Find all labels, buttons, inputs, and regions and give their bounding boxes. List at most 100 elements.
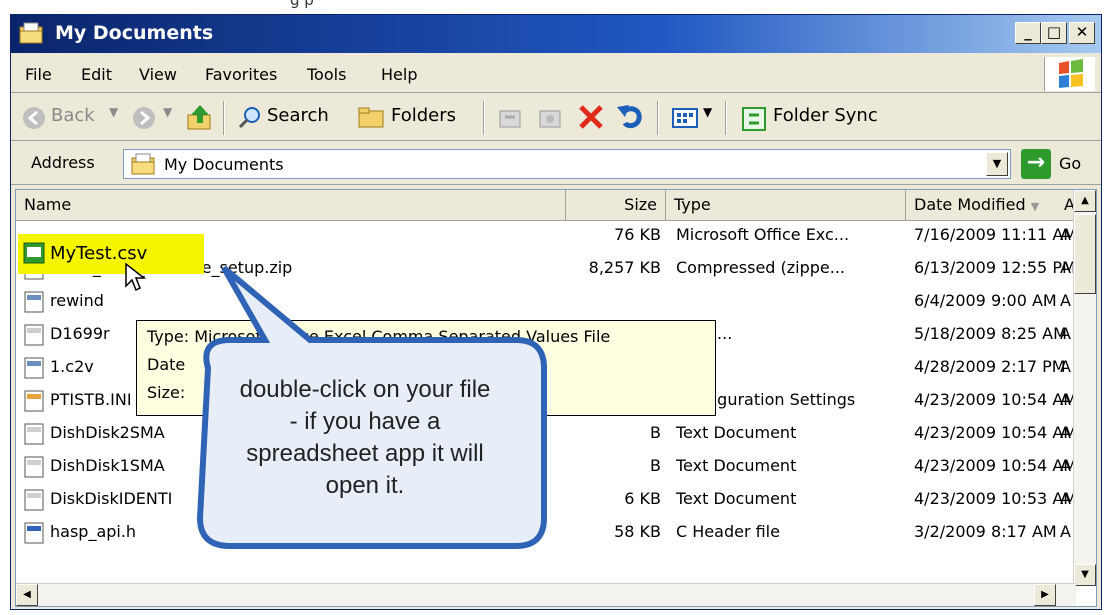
file-icon <box>24 390 44 412</box>
file-date: 5/18/2009 8:25 AM <box>914 324 1067 343</box>
file-attributes: A <box>1060 423 1071 442</box>
file-date: 4/23/2009 10:54 AM <box>914 390 1078 409</box>
column-size[interactable]: Size <box>566 190 666 220</box>
delete-icon[interactable] <box>577 103 605 133</box>
cropped-text: g p <box>290 0 314 9</box>
file-size: B <box>650 423 661 442</box>
views-dropdown-icon[interactable]: ▼ <box>703 105 712 119</box>
close-button[interactable]: ✕ <box>1069 22 1095 44</box>
file-attributes: A <box>1060 324 1071 343</box>
file-date: 6/4/2009 9:00 AM <box>914 291 1057 310</box>
file-attributes: A <box>1060 291 1071 310</box>
menu-favorites[interactable]: Favorites <box>205 65 277 84</box>
file-name: DishDisk1SMA <box>50 456 165 475</box>
go-button[interactable]: Go <box>1059 154 1081 173</box>
go-arrow-icon[interactable]: → <box>1021 149 1051 179</box>
scroll-right-icon[interactable]: ▶ <box>1034 584 1056 606</box>
window-title: My Documents <box>55 22 214 44</box>
file-name: rewind <box>50 291 104 310</box>
back-dropdown-icon[interactable]: ▼ <box>109 105 118 119</box>
search-button[interactable]: Search <box>267 105 329 126</box>
callout-text: double-click on your file - if you have … <box>190 374 540 502</box>
horizontal-scrollbar[interactable]: ◀ ▶ <box>16 583 1076 606</box>
toolbar: Back ▼ ▼ Search Folders ▼ Folder Sync <box>11 95 1101 141</box>
menu-help[interactable]: Help <box>381 65 417 84</box>
file-date: 7/16/2009 11:11 AM <box>914 225 1078 244</box>
windows-logo-icon <box>1044 57 1095 91</box>
toolbar-separator <box>483 101 485 135</box>
file-type: Text Document <box>676 456 797 475</box>
file-icon <box>24 423 44 445</box>
file-date: 4/23/2009 10:53 AM <box>914 489 1078 508</box>
list-header: Name Size Type Date Modified ▼ A <box>16 190 1096 221</box>
views-icon[interactable] <box>671 105 701 131</box>
menu-tools[interactable]: Tools <box>307 65 346 84</box>
folders-button[interactable]: Folders <box>391 105 456 126</box>
file-size: 58 KB <box>614 522 661 541</box>
back-button[interactable]: Back <box>51 105 95 126</box>
file-date: 3/2/2009 8:17 AM <box>914 522 1057 541</box>
scroll-thumb[interactable] <box>1074 214 1096 294</box>
folder-sync-icon[interactable] <box>741 105 769 133</box>
file-type: Compressed (zippe... <box>676 258 846 277</box>
file-size: 76 KB <box>614 225 661 244</box>
file-attributes: A <box>1060 225 1071 244</box>
callout-line-1: double-click on your file <box>239 376 491 403</box>
column-name[interactable]: Name <box>16 190 566 220</box>
file-icon <box>24 357 44 379</box>
my-documents-icon <box>131 153 155 175</box>
folder-sync-button[interactable]: Folder Sync <box>773 105 878 126</box>
move-to-icon[interactable] <box>497 105 525 131</box>
file-type: Microsoft Office Exc... <box>676 225 850 244</box>
file-date: 4/28/2009 2:17 PM <box>914 357 1066 376</box>
mouse-cursor-icon <box>125 262 146 292</box>
scroll-left-icon[interactable]: ◀ <box>16 584 38 606</box>
search-icon[interactable] <box>237 105 263 131</box>
file-size: 6 KB <box>624 489 661 508</box>
minimize-button[interactable]: _ <box>1015 22 1041 44</box>
file-icon <box>24 324 44 346</box>
toolbar-separator <box>657 101 659 135</box>
copy-to-icon[interactable] <box>537 105 565 131</box>
file-type: Text Document <box>676 489 797 508</box>
address-dropdown-icon[interactable]: ▼ <box>986 152 1008 176</box>
menu-edit[interactable]: Edit <box>81 65 112 84</box>
maximize-button[interactable]: □ <box>1041 22 1067 44</box>
callout-line-2: - if you have a <box>289 408 441 435</box>
undo-icon[interactable] <box>615 101 645 133</box>
file-size: B <box>650 456 661 475</box>
folders-icon[interactable] <box>357 105 387 131</box>
scroll-up-icon[interactable]: ▲ <box>1074 190 1096 212</box>
column-type[interactable]: Type <box>666 190 906 220</box>
title-bar[interactable]: My Documents _ □ ✕ <box>11 15 1101 53</box>
file-icon <box>24 522 44 544</box>
address-input[interactable]: My Documents ▼ <box>123 149 1011 179</box>
callout-line-4: open it. <box>325 472 405 499</box>
address-value: My Documents <box>164 155 284 174</box>
file-icon <box>24 291 44 313</box>
file-size: 8,257 KB <box>588 258 661 277</box>
menu-view[interactable]: View <box>139 65 177 84</box>
scroll-down-icon[interactable]: ▼ <box>1074 564 1096 586</box>
file-attributes: A <box>1060 489 1071 508</box>
file-date: 4/23/2009 10:54 AM <box>914 456 1078 475</box>
forward-dropdown-icon[interactable]: ▼ <box>163 105 172 119</box>
up-folder-icon[interactable] <box>185 103 215 133</box>
vertical-scrollbar[interactable]: ▲ ▼ <box>1073 190 1096 586</box>
file-attributes: A <box>1060 258 1071 277</box>
file-icon <box>24 489 44 511</box>
file-name: DiskDiskIDENTI <box>50 489 173 508</box>
file-date: 6/13/2009 12:55 PM <box>914 258 1076 277</box>
file-name: PTISTB.INI <box>50 390 132 409</box>
toolbar-separator <box>223 101 225 135</box>
file-type: C Header file <box>676 522 780 541</box>
file-attributes: A <box>1060 390 1071 409</box>
forward-arrow-icon[interactable] <box>131 105 157 131</box>
top-strip: g p <box>0 0 1116 12</box>
highlighted-file-label: MyTest.csv <box>50 243 148 264</box>
file-name: 1.c2v <box>50 357 94 376</box>
file-name: D1699r <box>50 324 110 343</box>
back-arrow-icon[interactable] <box>21 105 47 131</box>
file-name: hasp_api.h <box>50 522 137 541</box>
menu-file[interactable]: File <box>25 65 52 84</box>
